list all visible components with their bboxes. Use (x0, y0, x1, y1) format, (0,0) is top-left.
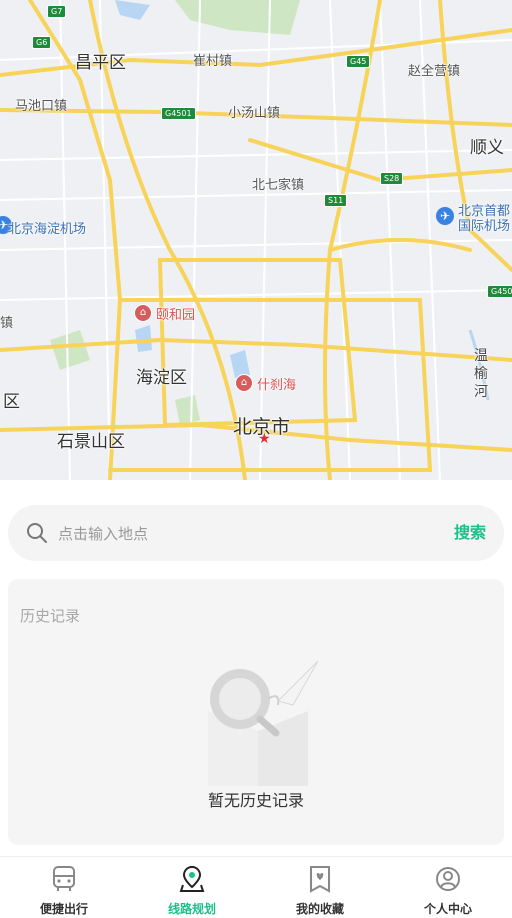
airport-marker-icon: ✈ (436, 207, 454, 225)
map-label-summer-palace: 颐和园 (156, 308, 196, 323)
tab-label: 个人中心 (423, 902, 472, 916)
map-label-shichahai: 什刹海 (257, 378, 297, 393)
highway-shield-g7: G7 (47, 5, 67, 18)
highway-shield-g4501-east: G450 (487, 285, 512, 298)
tab-label: 线路规划 (167, 902, 216, 916)
map-label-edge-zhen: 镇 (0, 316, 14, 331)
map-label-machikou: 马池口镇 (15, 99, 68, 114)
highway-shield-s11: S11 (324, 194, 348, 207)
tab-route-planning[interactable]: 线路规划 (128, 857, 256, 918)
search-icon (27, 523, 47, 543)
map-label-changping: 昌平区 (75, 53, 126, 73)
empty-history-illustration (208, 661, 318, 786)
map-label-xiaotangshan: 小汤山镇 (228, 106, 281, 121)
history-title: 历史记录 (20, 607, 81, 625)
map-label-wenyu-3: 河 (474, 384, 488, 400)
user-icon (436, 867, 460, 891)
highway-shield-s28: S28 (380, 172, 404, 185)
map-label-haidian-airport: 北京海淀机场 (8, 222, 87, 237)
tab-profile[interactable]: 个人中心 (384, 857, 512, 918)
map-label-shunyi: 顺义 (470, 138, 504, 158)
capital-star-icon: ★ (258, 431, 271, 447)
tab-convenient-travel[interactable]: 便捷出行 (0, 857, 128, 918)
search-bar[interactable]: 搜索 (8, 505, 504, 563)
map-label-zhaoquanying: 赵全营镇 (408, 64, 461, 79)
tab-label: 我的收藏 (295, 902, 344, 916)
route-pin-icon (179, 865, 205, 892)
empty-history-text: 暂无历史记录 (207, 791, 304, 810)
map-label-beiqijia: 北七家镇 (252, 178, 305, 193)
bottom-tab-bar: 便捷出行 线路规划 我的收藏 个人中心 (0, 856, 512, 918)
highway-shield-g4501: G4501 (161, 107, 196, 120)
map-label-edge-qu: 区 (3, 392, 20, 412)
history-panel: 历史记录 暂无历史记录 (8, 579, 504, 845)
search-input[interactable] (56, 505, 440, 563)
tab-my-favorites[interactable]: 我的收藏 (256, 857, 384, 918)
poi-marker-icon: ⌂ (134, 304, 152, 322)
favorite-heart-icon (310, 866, 330, 893)
highway-shield-g45: G45 (346, 55, 371, 68)
search-button[interactable]: 搜索 (454, 505, 486, 561)
map-label-wenyu-1: 温 (474, 348, 488, 364)
poi-marker-icon: ⌂ (235, 374, 253, 392)
map-label-shijingshan: 石景山区 (57, 432, 125, 452)
map-view[interactable]: G7 G6 G45 G4501 S28 S11 G450 昌平区 崔村镇 赵全营… (0, 0, 512, 480)
bus-icon (53, 866, 75, 891)
map-label-capital-airport-line2: 国际机场 (458, 219, 511, 234)
map-label-cuicun: 崔村镇 (193, 54, 233, 69)
map-label-haidian: 海淀区 (136, 368, 187, 388)
map-label-wenyu-2: 榆 (474, 366, 488, 382)
tab-label: 便捷出行 (39, 902, 88, 916)
highway-shield-g6: G6 (32, 36, 52, 49)
